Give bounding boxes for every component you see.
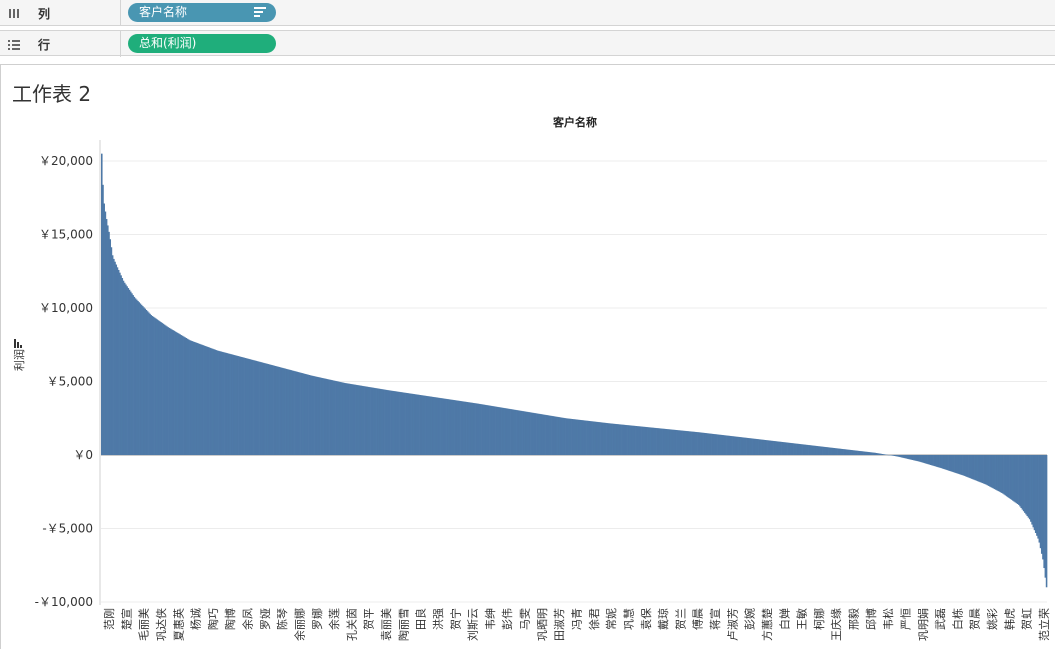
x-tick-label: 毛丽美 (138, 608, 151, 641)
x-tick-label: 范刚 (102, 608, 116, 630)
x-tick-label: 贺晨 (969, 608, 982, 630)
x-tick-label: 邱博 (865, 608, 878, 630)
x-tick-label: 王庆缘 (829, 608, 843, 641)
x-tick-label: 巩慧 (621, 608, 635, 630)
x-tick-label: 孔关茵 (344, 608, 358, 641)
x-tick-label: 巩达侠 (155, 608, 168, 641)
x-tick-label: 袁保 (639, 608, 653, 630)
x-tick-label: 范立荣 (1037, 608, 1051, 641)
y-axis-sort-icon[interactable] (14, 339, 22, 348)
y-tick-label: -￥5,000 (42, 522, 93, 536)
x-tick-label: 余莲 (327, 608, 341, 630)
x-tick-label: 陶巧 (206, 608, 220, 630)
x-tick-label: 蒋宣 (708, 608, 722, 630)
x-tick-label: 傅晨 (691, 608, 705, 630)
x-tick-label: 余凤 (241, 608, 255, 630)
x-tick-label: 白栋 (950, 608, 964, 630)
x-tick-label: 邢毅 (847, 608, 861, 630)
x-tick-label: 余丽娜 (293, 608, 307, 641)
x-axis-labels: 范刚 楚宣 毛丽美 巩达侠 夏惠英 杨诚 陶巧 陶博 余凤 罗娅 陈琴 余丽娜 罗娜 余莲 孔关茵 贺平 袁丽美… (102, 608, 1051, 641)
x-tick-label: 韩虎 (1002, 608, 1016, 630)
x-tick-label: 袁丽美 (380, 608, 393, 641)
x-tick-label: 陶丽雪 (396, 608, 410, 641)
y-tick-label: ￥5,000 (47, 375, 93, 389)
y-axis-title: 利润 (12, 349, 26, 371)
x-tick-label: 方蕙楚 (760, 608, 774, 641)
x-tick-label: 贺兰 (674, 608, 687, 630)
x-tick-label: 夏惠英 (171, 608, 185, 641)
x-tick-label: 马雯 (519, 608, 532, 630)
x-tick-label: 冯青 (571, 608, 584, 630)
x-tick-label: 白婵 (777, 608, 791, 630)
x-tick-label: 田淑芳 (552, 608, 566, 641)
x-tick-label: 卢淑芳 (725, 608, 739, 641)
x-tick-label: 田良 (414, 608, 428, 630)
y-tick-label: ￥20,000 (39, 154, 93, 168)
x-tick-label: 姚彩 (985, 608, 999, 630)
bars (101, 153, 1048, 588)
x-tick-label: 贺平 (363, 608, 376, 630)
x-tick-label: 刘斯云 (467, 608, 480, 641)
x-tick-label: 王敏 (795, 608, 809, 630)
x-tick-label: 楚宣 (119, 608, 133, 630)
x-tick-label: 韦绅 (484, 608, 497, 630)
x-tick-label: 严恒 (900, 608, 913, 630)
chart-header: 客户名称 (552, 115, 597, 129)
x-tick-label: 韦松 (881, 608, 895, 630)
x-tick-label: 洪强 (431, 608, 445, 630)
x-tick-label: 罗娅 (258, 608, 272, 630)
x-tick-label: 柯娜 (812, 608, 826, 630)
y-tick-label: ￥0 (73, 448, 93, 462)
x-tick-label: 徐君 (587, 608, 601, 630)
x-tick-label: 巩晒明 (536, 608, 549, 641)
y-axis-title-text: 利润 (12, 349, 26, 371)
x-tick-label: 罗娜 (310, 608, 324, 630)
bar-chart: 客户名称 ￥20,000 ￥15,000 ￥10,000 ￥5,000 ￥0 -￥5,00… (12, 115, 1051, 641)
x-tick-label: 贺虹 (1021, 608, 1034, 630)
x-tick-label: 彭婉 (743, 608, 757, 630)
bar[interactable] (1045, 455, 1048, 588)
x-tick-label: 彭伟 (500, 608, 514, 630)
x-tick-label: 常妮 (604, 608, 618, 630)
x-tick-label: 杨诚 (189, 608, 203, 630)
x-tick-label: 陶博 (223, 608, 237, 630)
y-tick-label: -￥10,000 (35, 595, 93, 609)
x-tick-label: 巩明娟 (916, 608, 930, 641)
y-axis: ￥20,000 ￥15,000 ￥10,000 ￥5,000 ￥0 -￥5,000 -￥10… (35, 140, 101, 609)
y-tick-label: ￥15,000 (39, 228, 93, 242)
x-tick-label: 陈琴 (275, 608, 289, 630)
y-tick-label: ￥10,000 (39, 301, 93, 315)
x-tick-label: 贺宁 (448, 608, 462, 630)
x-tick-label: 武磊 (934, 608, 947, 630)
x-tick-label: 戴琼 (656, 608, 670, 630)
